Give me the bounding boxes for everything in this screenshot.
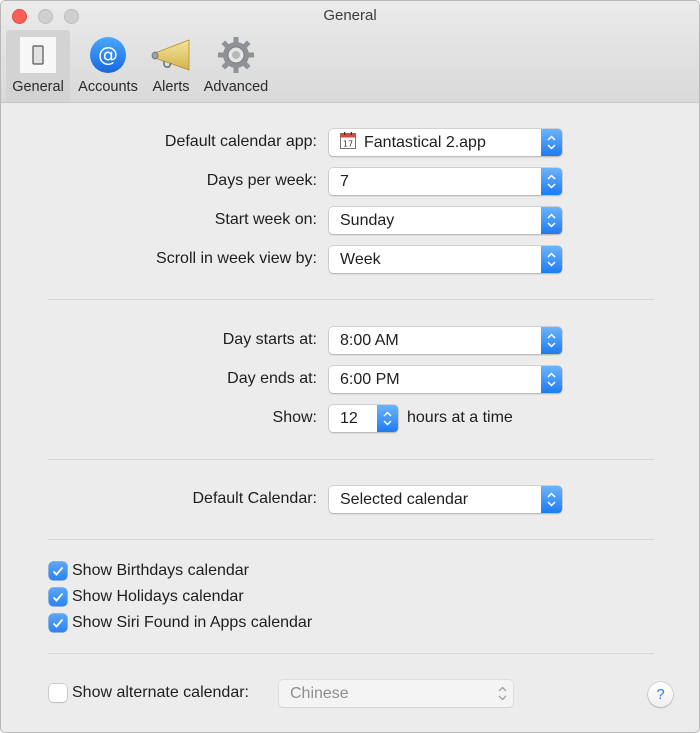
separator [48, 539, 654, 540]
tab-alerts-label: Alerts [152, 79, 190, 95]
siri-found-label[interactable]: Show Siri Found in Apps calendar [72, 613, 312, 633]
tab-advanced[interactable]: Advanced [200, 30, 272, 102]
calendar-app-icon: 17 [340, 131, 356, 149]
checkmark-icon [52, 618, 64, 628]
megaphone-icon [149, 36, 193, 74]
at-sign-icon: @ [89, 36, 127, 74]
alternate-calendar-value: Chinese [290, 685, 349, 702]
tab-accounts[interactable]: @ Accounts [73, 30, 143, 102]
scroll-by-value: Week [340, 251, 381, 268]
popup-arrows-icon [541, 486, 562, 513]
popup-arrows-icon [541, 246, 562, 273]
scroll-by-label: Scroll in week view by: [156, 250, 317, 267]
show-hours-value: 12 [340, 410, 358, 427]
preferences-window: General General @ Accounts Alerts Advanc… [0, 0, 700, 733]
tab-general-label: General [12, 79, 64, 95]
siri-found-checkbox[interactable] [49, 614, 67, 632]
scroll-by-popup[interactable]: Week [329, 246, 562, 273]
days-per-week-popup[interactable]: 7 [329, 168, 562, 195]
default-app-popup[interactable]: 17 Fantastical 2.app [329, 129, 562, 156]
alternate-calendar-label[interactable]: Show alternate calendar: [72, 683, 249, 703]
help-button[interactable]: ? [648, 682, 673, 707]
popup-arrows-icon [492, 680, 513, 707]
start-week-label: Start week on: [214, 211, 317, 228]
day-ends-label: Day ends at: [227, 370, 317, 387]
day-starts-popup[interactable]: 8:00 AM [329, 327, 562, 354]
checkmark-icon [52, 592, 64, 602]
popup-arrows-icon [541, 168, 562, 195]
birthdays-label[interactable]: Show Birthdays calendar [72, 561, 249, 581]
day-ends-value: 6:00 PM [340, 371, 400, 388]
day-starts-label: Day starts at: [222, 331, 317, 348]
svg-text:17: 17 [343, 140, 353, 149]
start-week-popup[interactable]: Sunday [329, 207, 562, 234]
days-per-week-label: Days per week: [206, 172, 317, 189]
title-bar: General General @ Accounts Alerts Advanc… [1, 1, 699, 103]
separator [48, 459, 654, 460]
tab-advanced-label: Advanced [203, 79, 269, 95]
tab-accounts-label: Accounts [78, 79, 138, 95]
popup-arrows-icon [541, 129, 562, 156]
show-hours-label: Show: [272, 409, 317, 426]
alternate-calendar-checkbox[interactable] [49, 684, 67, 702]
holidays-label[interactable]: Show Holidays calendar [72, 587, 244, 607]
show-hours-suffix: hours at a time [407, 409, 513, 426]
start-week-value: Sunday [340, 212, 395, 229]
popup-arrows-icon [541, 327, 562, 354]
window-title: General [323, 7, 377, 24]
default-calendar-value: Selected calendar [340, 491, 469, 508]
day-starts-value: 8:00 AM [340, 332, 399, 349]
popup-arrows-icon [541, 207, 562, 234]
default-calendar-popup[interactable]: Selected calendar [329, 486, 562, 513]
separator [48, 653, 654, 654]
alternate-calendar-popup[interactable]: Chinese [279, 680, 513, 707]
svg-text:@: @ [98, 43, 118, 67]
holidays-checkbox[interactable] [49, 588, 67, 606]
switch-icon [19, 36, 57, 74]
tab-general[interactable]: General [6, 30, 70, 102]
show-hours-popup[interactable]: 12 [329, 405, 398, 432]
popup-arrows-icon [377, 405, 398, 432]
popup-arrows-icon [541, 366, 562, 393]
default-app-value: Fantastical 2.app [364, 134, 486, 151]
default-calendar-label: Default Calendar: [192, 490, 317, 507]
default-app-label: Default calendar app: [164, 133, 317, 150]
days-per-week-value: 7 [340, 173, 349, 190]
checkmark-icon [52, 566, 64, 576]
gear-icon [217, 36, 255, 74]
birthdays-checkbox[interactable] [49, 562, 67, 580]
tab-alerts[interactable]: Alerts [145, 30, 197, 102]
day-ends-popup[interactable]: 6:00 PM [329, 366, 562, 393]
separator [48, 299, 654, 300]
